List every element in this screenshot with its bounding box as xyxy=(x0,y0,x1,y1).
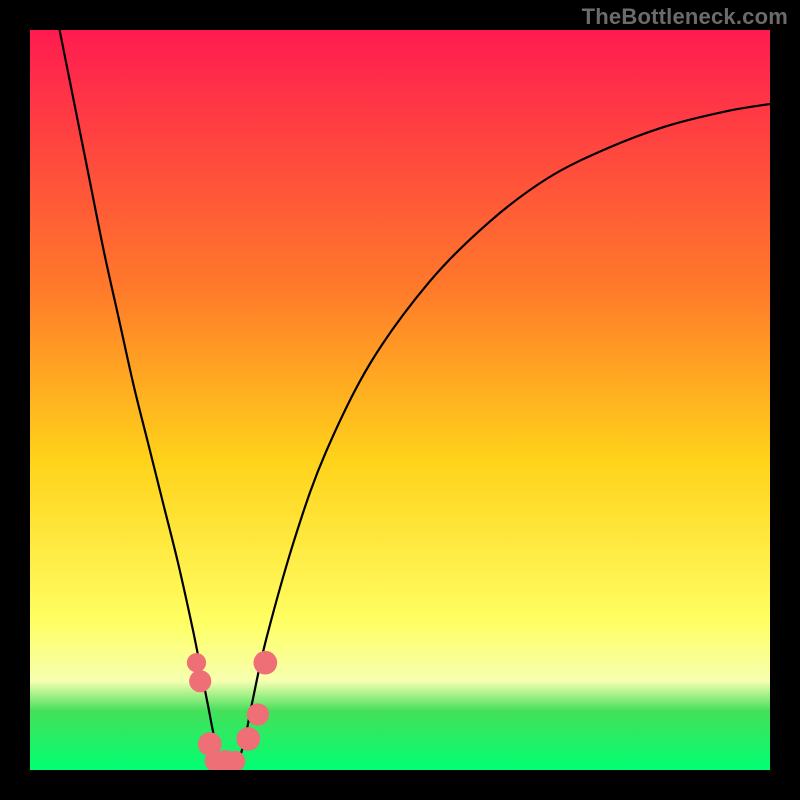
marker-dot xyxy=(187,653,206,672)
marker-dot xyxy=(189,670,211,692)
watermark-text: TheBottleneck.com xyxy=(582,4,788,30)
marker-dot xyxy=(253,651,277,675)
chart-frame: TheBottleneck.com xyxy=(0,0,800,800)
plot-area xyxy=(30,30,770,770)
marker-dot xyxy=(247,703,269,725)
bottleneck-chart xyxy=(30,30,770,770)
marker-dot xyxy=(236,727,260,751)
gradient-background xyxy=(30,30,770,770)
